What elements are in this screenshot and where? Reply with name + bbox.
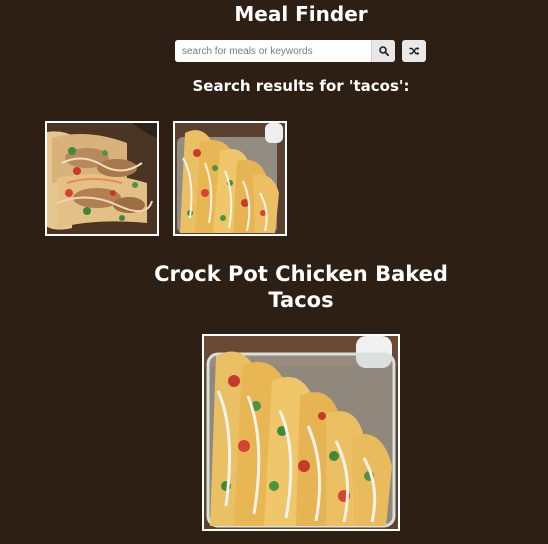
app-title: Meal Finder — [234, 2, 368, 26]
meal-thumbnail — [47, 123, 157, 234]
meal-thumbnail — [175, 123, 285, 234]
search-results — [45, 121, 287, 236]
meal-title: Crock Pot Chicken Baked Tacos — [154, 262, 448, 312]
results-heading: Search results for 'tacos': — [192, 77, 410, 95]
meal-image — [202, 334, 400, 531]
result-card-1[interactable] — [45, 121, 159, 236]
random-meal-button[interactable] — [402, 40, 426, 62]
shuffle-icon — [409, 46, 419, 56]
search-input[interactable] — [175, 40, 371, 62]
search-icon — [378, 46, 389, 56]
search-box — [175, 40, 395, 62]
meal-photo — [204, 336, 398, 529]
search-button[interactable] — [371, 40, 395, 62]
result-card-2[interactable] — [173, 121, 287, 236]
search-form — [175, 40, 426, 62]
